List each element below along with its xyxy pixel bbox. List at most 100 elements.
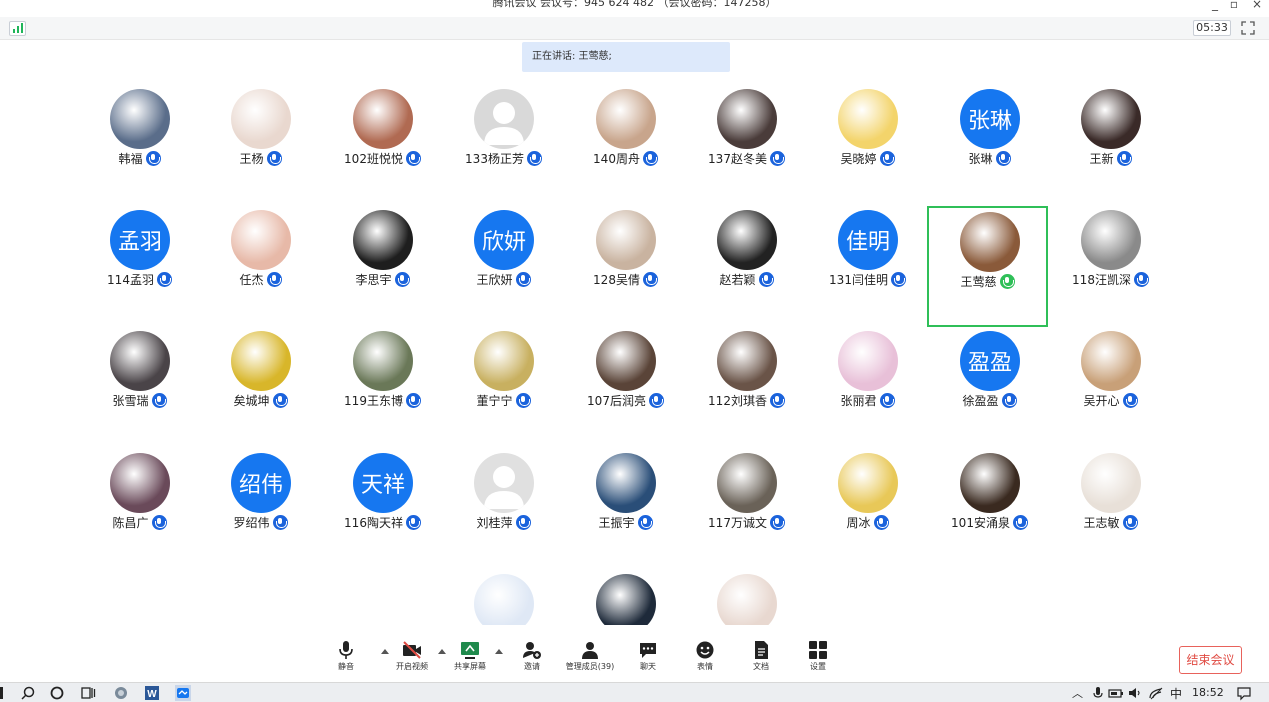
wifi-icon[interactable]	[1148, 685, 1164, 701]
start-menu-icon[interactable]	[0, 685, 16, 701]
participant-tile[interactable]: 张雪瑞	[79, 331, 200, 452]
participant-tile[interactable]: 吴晓婷	[807, 89, 928, 210]
participant-tile[interactable]: 128吴倩	[565, 210, 686, 331]
participant-tile[interactable]: 王杨	[200, 89, 321, 210]
participant-avatar	[1081, 453, 1141, 513]
participant-tile[interactable]: 董宁宁	[443, 331, 564, 452]
participant-name-text: 韩福	[118, 152, 143, 166]
reactions-button[interactable]: 表情	[675, 640, 735, 672]
microphone-icon	[272, 515, 288, 530]
participant-tile[interactable]: 张丽君	[807, 331, 928, 452]
participant-tile[interactable]: 李思宇	[322, 210, 443, 331]
participant-tile[interactable]: 112刘琪香	[686, 331, 807, 452]
participant-tile[interactable]: 王志敏	[1050, 453, 1171, 574]
participant-name-text: 119王东博	[344, 394, 403, 408]
microphone-icon	[515, 515, 531, 530]
battery-icon[interactable]	[1108, 685, 1124, 701]
participant-name: 吴晓婷	[807, 150, 928, 167]
microphone-icon	[145, 151, 161, 166]
participant-tile[interactable]: 140周舟	[565, 89, 686, 210]
participant-avatar: 佳明	[838, 210, 898, 270]
participant-name-text: 118汪凯深	[1072, 273, 1131, 287]
manage-members-button[interactable]: 管理成员(39)	[560, 640, 620, 672]
participant-name: 116陶天祥	[322, 514, 443, 531]
recycle-bin-icon[interactable]	[113, 685, 129, 701]
input-method-indicator[interactable]: 中	[1170, 685, 1182, 702]
participant-tile[interactable]: 137赵冬美	[686, 89, 807, 210]
start-video-label: 开启视频	[396, 662, 428, 671]
participant-tile[interactable]: 矣城坤	[200, 331, 321, 452]
participant-name-text: 张琳	[968, 152, 993, 166]
share-screen-icon	[461, 642, 479, 659]
participant-name-text: 112刘琪香	[708, 394, 767, 408]
participant-name-text: 张雪瑞	[112, 394, 149, 408]
participant-name: 李思宇	[322, 271, 443, 288]
participant-name: 董宁宁	[443, 392, 564, 409]
chat-button[interactable]: 聊天	[618, 640, 678, 672]
search-icon[interactable]	[20, 685, 36, 701]
system-clock[interactable]: 18:52	[1192, 686, 1224, 699]
participant-avatar	[596, 331, 656, 391]
participant-tile[interactable]: 101安涌泉	[929, 453, 1050, 574]
participant-avatar	[474, 89, 534, 149]
microphone-icon	[769, 393, 785, 408]
participant-tile[interactable]: 韩福	[79, 89, 200, 210]
settings-button[interactable]: 设置	[788, 640, 848, 672]
microphone-icon	[515, 272, 531, 287]
participant-tile[interactable]	[443, 574, 564, 625]
participant-tile[interactable]: 102班悦悦	[322, 89, 443, 210]
notification-center-icon[interactable]	[1236, 685, 1252, 701]
participant-tile[interactable]: 王新	[1050, 89, 1171, 210]
participant-avatar	[717, 210, 777, 270]
documents-button[interactable]: 文档	[731, 640, 791, 672]
participant-tile[interactable]: 118汪凯深	[1050, 210, 1171, 331]
mute-button[interactable]: 静音	[316, 640, 376, 672]
participant-tile[interactable]: 天祥 116陶天祥	[322, 453, 443, 574]
participant-name: 刘桂萍	[443, 514, 564, 531]
participant-tile[interactable]	[565, 574, 686, 625]
participant-tile[interactable]: 107后润亮	[565, 331, 686, 452]
participant-tile[interactable]: 王莺慈	[927, 206, 1048, 327]
participant-tile[interactable]	[686, 574, 807, 625]
share-screen-button[interactable]: 共享屏幕	[440, 640, 500, 672]
tencent-meeting-app-icon[interactable]	[175, 685, 191, 701]
task-view-icon[interactable]	[80, 685, 96, 701]
participant-tile[interactable]: 119王东博	[322, 331, 443, 452]
participant-tile[interactable]: 欣妍 王欣妍	[443, 210, 564, 331]
cortana-icon[interactable]	[49, 685, 65, 701]
microphone-icon	[873, 515, 889, 530]
participant-tile[interactable]: 赵若颖	[686, 210, 807, 331]
participant-tile[interactable]: 绍伟 罗绍伟	[200, 453, 321, 574]
start-video-button[interactable]: 开启视频	[382, 640, 442, 672]
participant-tile[interactable]: 任杰	[200, 210, 321, 331]
chat-label: 聊天	[640, 662, 656, 671]
participant-tile[interactable]: 王振宇	[565, 453, 686, 574]
participant-tile[interactable]: 周冰	[807, 453, 928, 574]
participant-tile[interactable]: 陈昌广	[79, 453, 200, 574]
participant-tile[interactable]: 117万诚文	[686, 453, 807, 574]
participant-name-text: 133杨正芳	[465, 152, 524, 166]
settings-grid-icon	[809, 641, 827, 659]
tray-microphone-icon[interactable]	[1090, 685, 1106, 701]
tray-expand-icon[interactable]: ︿	[1072, 685, 1083, 701]
participant-name-text: 王新	[1089, 152, 1114, 166]
settings-label: 设置	[810, 662, 826, 671]
participant-tile[interactable]: 孟羽 114孟羽	[79, 210, 200, 331]
invite-button[interactable]: 邀请	[502, 640, 562, 672]
participant-name: 吴开心	[1050, 392, 1171, 409]
participant-tile[interactable]: 张琳 张琳	[929, 89, 1050, 210]
participant-tile[interactable]: 佳明 131闫佳明	[807, 210, 928, 331]
microphone-icon	[151, 515, 167, 530]
end-meeting-button[interactable]: 结束会议	[1179, 646, 1242, 674]
word-app-icon[interactable]: W	[144, 685, 160, 701]
participant-tile[interactable]: 盈盈 徐盈盈	[929, 331, 1050, 452]
svg-text:W: W	[147, 689, 157, 700]
participant-tile[interactable]: 吴开心	[1050, 331, 1171, 452]
participant-tile[interactable]: 133杨正芳	[443, 89, 564, 210]
participant-tile[interactable]: 刘桂萍	[443, 453, 564, 574]
participant-avatar	[231, 210, 291, 270]
participant-name-text: 董宁宁	[476, 394, 513, 408]
volume-icon[interactable]	[1127, 685, 1143, 701]
participant-name: 王新	[1050, 150, 1171, 167]
participant-name-text: 吴晓婷	[840, 152, 877, 166]
